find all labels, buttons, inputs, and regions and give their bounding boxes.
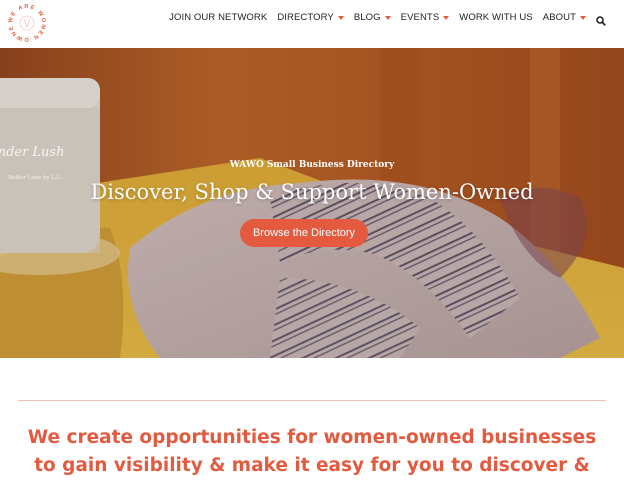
caret-down-icon <box>384 15 391 20</box>
tagline-line-1: We create opportunities for women-owned … <box>27 427 597 448</box>
nav-label: EVENTS <box>400 12 440 23</box>
nav-directory[interactable]: DIRECTORY <box>277 12 344 23</box>
nav-events[interactable]: EVENTS <box>401 12 450 23</box>
wawo-logo[interactable]: WE ARE WOMEN OWNED <box>3 0 48 44</box>
hero-banner: ender Lush Butter Luxe by L.L. WAWO Smal… <box>0 48 624 358</box>
nav-work-with-us[interactable]: WORK WITH US <box>459 12 533 23</box>
mission-tagline: We create opportunities for women-owned … <box>0 424 624 480</box>
nav-label: WORK WITH US <box>459 12 533 23</box>
section-divider <box>18 400 606 401</box>
nav-label: DIRECTORY <box>277 12 334 23</box>
nav-blog[interactable]: BLOG <box>354 12 391 23</box>
nav-label: BLOG <box>353 12 381 23</box>
svg-text:WE ARE WOMEN OWNED: WE ARE WOMEN OWNED <box>6 2 46 42</box>
nav-label: ABOUT <box>542 12 576 23</box>
svg-text:ender Lush: ender Lush <box>0 145 64 160</box>
nav-label: JOIN OUR NETWORK <box>169 12 268 23</box>
browse-directory-button[interactable]: Browse the Directory <box>240 219 368 247</box>
caret-down-icon <box>580 15 586 20</box>
hero-subtitle: WAWO Small Business Directory <box>229 160 395 170</box>
tagline-line-2: to gain visibility & make it easy for yo… <box>34 455 590 476</box>
site-header: WE ARE WOMEN OWNED JOIN OUR NETWORK DIRE… <box>0 0 624 46</box>
main-nav: JOIN OUR NETWORK DIRECTORY BLOG EVENTS W… <box>159 12 606 26</box>
caret-down-icon <box>443 15 450 20</box>
caret-down-icon <box>337 15 344 20</box>
nav-join-our-network[interactable]: JOIN OUR NETWORK <box>169 12 267 23</box>
hero-title: Discover, Shop & Support Women-Owned <box>90 180 534 204</box>
nav-about[interactable]: ABOUT <box>543 12 586 23</box>
search-icon[interactable] <box>596 13 606 26</box>
